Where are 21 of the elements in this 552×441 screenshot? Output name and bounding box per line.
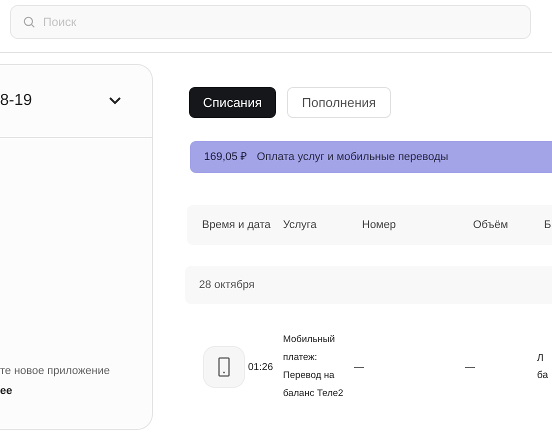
- column-header: Услуга: [283, 218, 318, 233]
- summary-amount: 169,05 ₽: [204, 150, 247, 165]
- column-header: Номер: [362, 218, 397, 233]
- account-title: 8-19: [0, 91, 32, 111]
- column-header: Время и дата: [202, 218, 272, 233]
- column-header: Б: [544, 218, 552, 233]
- table-cell-text: Л ба: [537, 352, 550, 383]
- search-icon: [22, 15, 36, 29]
- promo-link[interactable]: ее: [0, 382, 152, 399]
- service-cell-text: Мобильный платеж: Перевод на баланс Теле2: [283, 333, 344, 401]
- time-cell-text: 01:26: [248, 360, 274, 374]
- number-cell-text: —: [354, 360, 365, 374]
- volume-cell-text: —: [465, 360, 476, 374]
- chevron-down-icon[interactable]: [109, 97, 121, 105]
- summary-label: Оплата услуг и мобильные переводы: [256, 150, 448, 165]
- phone-icon: [218, 357, 230, 377]
- tab[interactable]: Пополнения: [286, 87, 391, 118]
- date-label: 28 октября: [199, 278, 255, 293]
- tab[interactable]: Списания: [189, 87, 276, 118]
- promo-text: те новое приложение: [0, 364, 111, 379]
- column-header: Объём: [473, 218, 510, 233]
